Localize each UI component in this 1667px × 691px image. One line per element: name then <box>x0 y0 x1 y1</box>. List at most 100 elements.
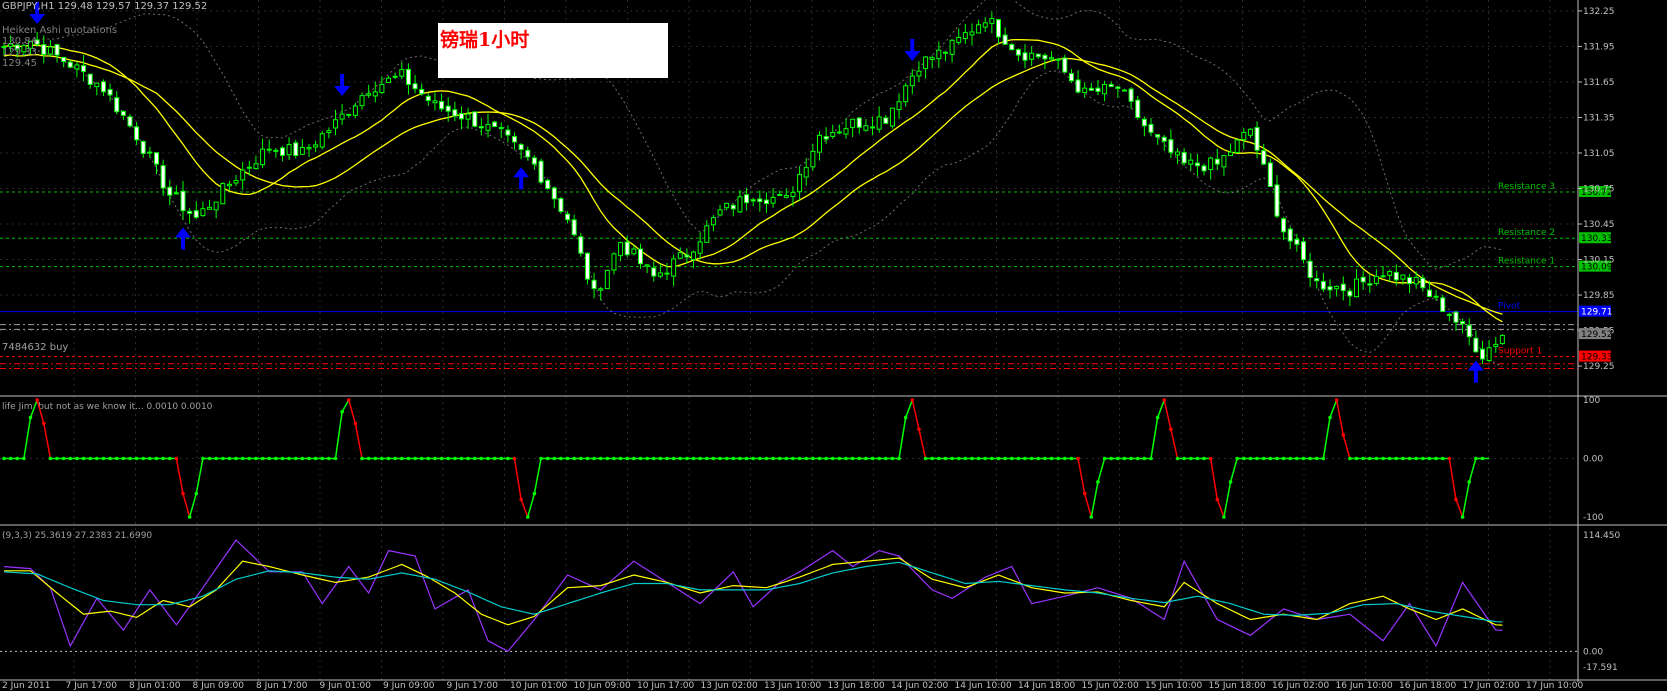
oscillator-point <box>718 456 722 461</box>
oscillator-point <box>234 456 238 461</box>
oscillator-point <box>883 456 888 461</box>
oscillator-point <box>665 456 669 461</box>
candle-body <box>193 210 199 218</box>
candle-body <box>512 136 518 143</box>
oscillator-point <box>327 456 331 461</box>
oscillator-point <box>797 456 802 461</box>
candle-body <box>558 198 564 212</box>
oscillator-segment <box>334 411 343 459</box>
up-arrow-icon <box>513 167 530 190</box>
candle-body <box>916 70 922 77</box>
candle-body <box>439 101 445 110</box>
candlesticks[interactable] <box>1 11 1505 364</box>
time-label: 9 Jun 01:00 <box>320 681 372 691</box>
candle-body <box>41 44 47 55</box>
oscillator-tick-label: -100 <box>1583 513 1604 523</box>
candle-body <box>704 225 710 243</box>
oscillator-point <box>1474 456 1478 461</box>
candle-body <box>823 136 829 140</box>
oscillator-segment <box>918 429 927 459</box>
oscillator-point <box>1261 456 1266 461</box>
candle-body <box>797 173 803 193</box>
oscillator-point <box>486 456 490 461</box>
price-tick-label: 131.05 <box>1583 149 1615 159</box>
candle-body <box>889 107 895 127</box>
oscillator-point <box>850 456 855 461</box>
oscillator-point <box>459 456 464 461</box>
oscillator-point <box>532 491 537 496</box>
title-box-text: 镑瑞1小时 <box>440 29 530 51</box>
price-panel-grid <box>0 0 1578 682</box>
oscillator-point <box>55 456 59 461</box>
oscillator-segment <box>1163 399 1172 430</box>
candle-body <box>445 105 451 112</box>
candle-body <box>856 117 862 128</box>
candle-body <box>1247 128 1253 136</box>
oscillator-point <box>1242 456 1246 461</box>
candle-body <box>200 208 206 217</box>
candle-body <box>836 131 842 134</box>
candle-body <box>578 236 584 254</box>
oscillator-point <box>1460 515 1465 519</box>
candle-body <box>279 147 285 156</box>
time-label: 10 Jun 09:00 <box>574 681 631 691</box>
candle-body <box>1228 151 1234 157</box>
candle-body <box>697 241 703 254</box>
candle-body <box>750 199 756 202</box>
candle-body <box>1022 52 1028 61</box>
candle-body <box>306 146 312 150</box>
candle-body <box>737 196 743 213</box>
oscillator-segment <box>1229 458 1238 483</box>
oscillator-point <box>632 456 636 461</box>
oscillator-segment <box>1335 399 1344 436</box>
oscillator-point <box>207 456 212 461</box>
oscillator-point <box>890 456 895 461</box>
oscillator-point <box>187 515 192 519</box>
oscillator-point <box>413 456 417 461</box>
oscillator-point <box>983 456 988 461</box>
candle-body <box>1015 49 1021 56</box>
candle-body <box>1102 83 1108 95</box>
candle-body <box>1380 275 1386 278</box>
oscillator-point <box>598 456 603 461</box>
stochastic-tick-label: 114.450 <box>1583 531 1620 541</box>
candle-body <box>956 36 962 43</box>
oscillator-point <box>15 456 20 461</box>
candle-body <box>1407 276 1413 285</box>
candle-body <box>492 121 498 128</box>
time-label: 8 Jun 09:00 <box>193 681 245 691</box>
oscillator-point <box>1288 456 1293 461</box>
candle-body <box>1141 118 1147 127</box>
candle-body <box>1234 139 1240 153</box>
oscillator-segment <box>1170 429 1179 459</box>
oscillator-point <box>618 456 623 461</box>
candle-body <box>1420 277 1426 289</box>
oscillator-point <box>148 456 152 461</box>
candle-body <box>770 196 776 204</box>
oscillator-point <box>1069 456 1074 461</box>
oscillator-point <box>658 456 663 461</box>
oscillator-point <box>287 456 291 461</box>
oscillator-point <box>1321 456 1326 461</box>
oscillator-point <box>154 456 159 461</box>
candle-body <box>1095 87 1101 92</box>
oscillator-point <box>970 456 974 461</box>
oscillator-point <box>1129 456 1133 461</box>
candle-body <box>1241 131 1247 141</box>
trading-chart[interactable]: Resistance 3130.72Resistance 2130.33Resi… <box>0 0 1667 691</box>
oscillator-point <box>1301 456 1306 461</box>
oscillator-point <box>121 456 126 461</box>
oscillator-segment <box>1461 481 1470 518</box>
candle-body <box>1075 79 1081 93</box>
oscillator-point <box>453 456 457 461</box>
oscillator-point <box>724 456 729 461</box>
oscillator-point <box>592 456 596 461</box>
candle-body <box>94 82 100 88</box>
title-box: 镑瑞1小时 <box>438 23 668 78</box>
oscillator-segment <box>341 399 350 413</box>
oscillator-point <box>711 456 716 461</box>
oscillator-point <box>426 456 431 461</box>
candle-body <box>180 190 186 212</box>
oscillator-point <box>1374 456 1379 461</box>
candle-body <box>160 165 166 189</box>
